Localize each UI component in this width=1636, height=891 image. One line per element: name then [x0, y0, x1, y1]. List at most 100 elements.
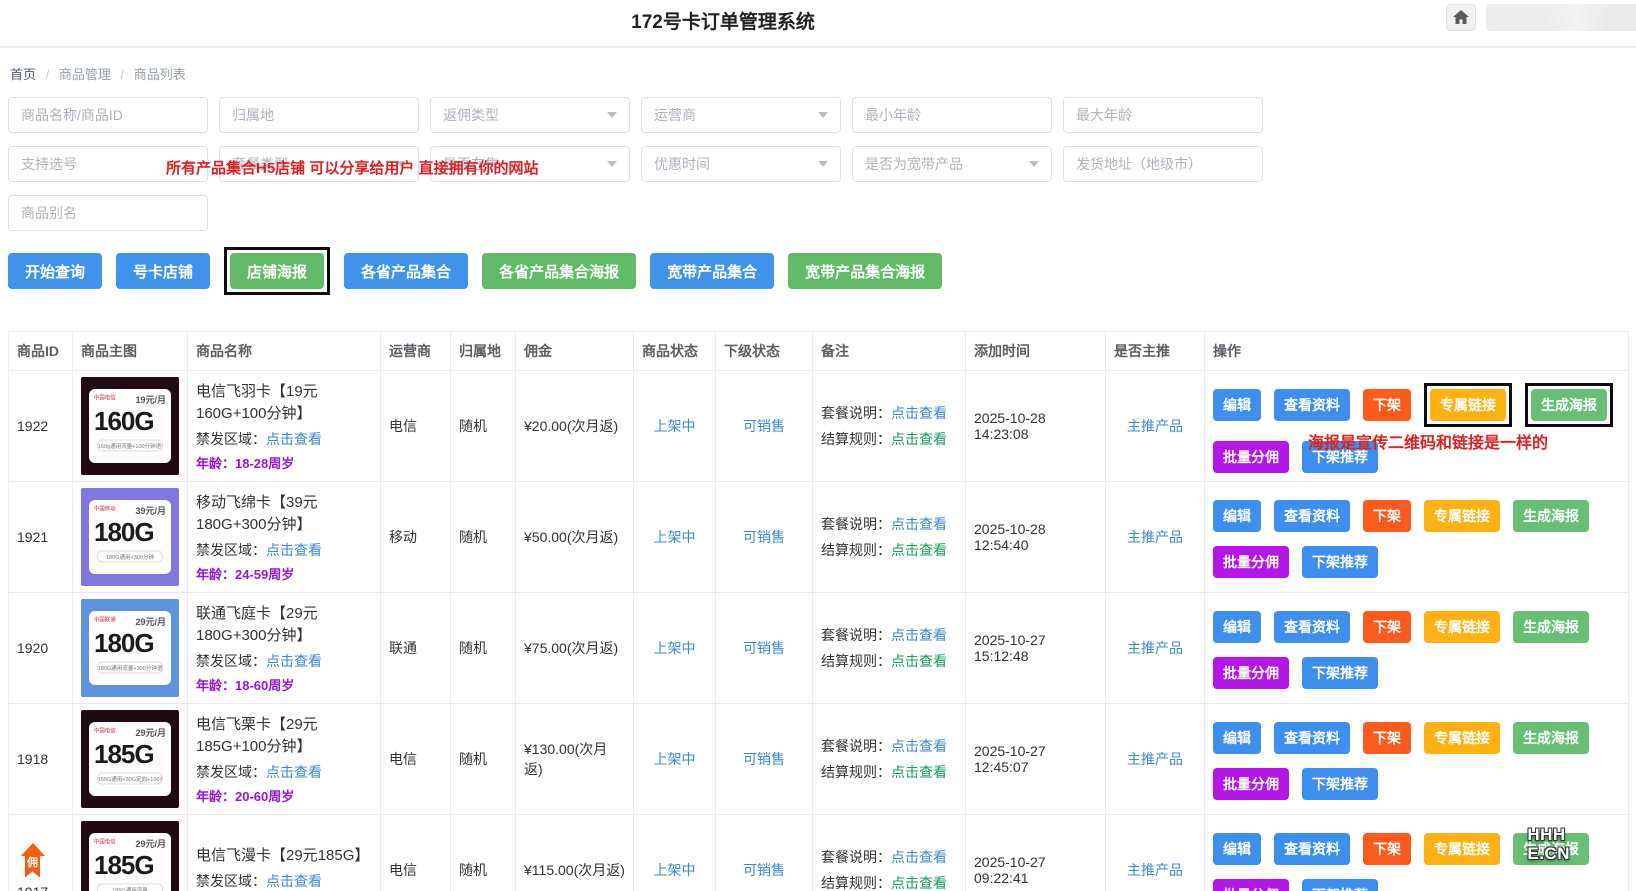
product-image-cell: 中国电信 29元/月 185G 155G通用+30G定向+100分钟	[72, 703, 188, 815]
batch-commission-button[interactable]: 批量分佣	[1213, 546, 1289, 578]
exclusive-link-button[interactable]: 专属链接	[1424, 722, 1500, 754]
chevron-down-icon	[818, 161, 828, 167]
product-name-cell: 电信飞羽卡【19元160G+100分钟】 禁发区域：点击查看 年龄：18-28周…	[187, 370, 381, 482]
product-alias-input[interactable]	[8, 195, 208, 231]
package-desc-view-link[interactable]: 点击查看	[891, 849, 947, 865]
batch-commission-button[interactable]: 批量分佣	[1213, 879, 1289, 891]
generate-poster-highlight-box: 生成海报	[1513, 611, 1589, 643]
commission-cell: ¥75.00(次月返)	[515, 592, 634, 704]
is-broadband-select[interactable]: 是否为宽带产品	[852, 146, 1052, 182]
generate-poster-button[interactable]: 生成海报	[1531, 389, 1607, 421]
generate-poster-button[interactable]: 生成海报	[1513, 500, 1589, 532]
shop-poster-button[interactable]: 店铺海报	[230, 253, 325, 289]
breadcrumb-home[interactable]: 首页	[10, 67, 36, 82]
product-name-id-input[interactable]	[8, 97, 208, 133]
breadcrumb-product-manage[interactable]: 商品管理	[59, 67, 111, 82]
take-down-button[interactable]: 下架	[1363, 500, 1411, 532]
promote-cell: 主推产品	[1105, 592, 1205, 704]
product-id: 1918	[17, 751, 49, 767]
promote-link[interactable]: 主推产品	[1127, 418, 1183, 434]
product-thumb[interactable]: 中国联通 29元/月 180G 180G通用流量+300分钟语音	[81, 599, 179, 697]
forbidden-area-view-link[interactable]: 点击查看	[266, 873, 322, 889]
generate-poster-button[interactable]: 生成海报	[1513, 611, 1589, 643]
max-age-input[interactable]	[1063, 97, 1263, 133]
take-down-recommend-button[interactable]: 下架推荐	[1302, 546, 1378, 578]
col-status: 商品状态	[633, 331, 716, 371]
province-collection-button[interactable]: 各省产品集合	[344, 253, 469, 289]
package-desc-view-link[interactable]: 点击查看	[891, 405, 947, 421]
edit-button[interactable]: 编辑	[1213, 389, 1261, 421]
thumb-price: 29元/月	[135, 617, 166, 627]
user-account-area[interactable]	[1486, 4, 1636, 31]
view-info-button[interactable]: 查看资料	[1274, 833, 1350, 865]
batch-commission-button[interactable]: 批量分佣	[1213, 768, 1289, 800]
batch-commission-button[interactable]: 批量分佣	[1213, 657, 1289, 689]
exclusive-link-button[interactable]: 专属链接	[1424, 833, 1500, 865]
forbidden-area-view-link[interactable]: 点击查看	[266, 542, 322, 558]
thumb-brand: 中国电信	[94, 728, 116, 735]
product-thumb[interactable]: 中国电信 29元/月 185G 185G通用流量	[81, 821, 179, 891]
take-down-button[interactable]: 下架	[1363, 611, 1411, 643]
product-name-cell: 联通飞庭卡【29元180G+300分钟】 禁发区域：点击查看 年龄：18-60周…	[187, 592, 381, 704]
promote-link[interactable]: 主推产品	[1127, 751, 1183, 767]
view-info-button[interactable]: 查看资料	[1274, 389, 1350, 421]
card-shop-button[interactable]: 号卡店铺	[116, 253, 211, 289]
promote-link[interactable]: 主推产品	[1127, 862, 1183, 878]
package-desc-view-link[interactable]: 点击查看	[891, 516, 947, 532]
take-down-recommend-button[interactable]: 下架推荐	[1302, 879, 1378, 891]
thumb-sub-label: 160g通用流量+100分钟语音	[96, 439, 164, 452]
take-down-button[interactable]: 下架	[1363, 833, 1411, 865]
edit-button[interactable]: 编辑	[1213, 722, 1261, 754]
product-thumb[interactable]: 中国电信 29元/月 185G 155G通用+30G定向+100分钟	[81, 710, 179, 808]
promote-cell: 主推产品	[1105, 703, 1205, 815]
attribution-input[interactable]	[219, 97, 419, 133]
province-collection-poster-button[interactable]: 各省产品集合海报	[482, 253, 637, 289]
view-info-button[interactable]: 查看资料	[1274, 500, 1350, 532]
edit-button[interactable]: 编辑	[1213, 611, 1261, 643]
take-down-recommend-button[interactable]: 下架推荐	[1302, 768, 1378, 800]
settlement-rule-view-link[interactable]: 点击查看	[891, 431, 947, 447]
discount-time-select[interactable]: 优惠时间	[641, 146, 841, 182]
package-desc-view-link[interactable]: 点击查看	[891, 738, 947, 754]
product-thumb[interactable]: 中国电信 19元/月 160G 160g通用流量+100分钟语音	[81, 377, 179, 475]
edit-button[interactable]: 编辑	[1213, 833, 1261, 865]
settlement-rule-view-link[interactable]: 点击查看	[891, 653, 947, 669]
operator-select[interactable]: 运营商	[641, 97, 841, 133]
exclusive-link-button[interactable]: 专属链接	[1424, 500, 1500, 532]
forbidden-area-view-link[interactable]: 点击查看	[266, 431, 322, 447]
attribution-cell: 随机	[450, 481, 516, 593]
package-desc-view-link[interactable]: 点击查看	[891, 627, 947, 643]
product-table-body: 1922 中国电信 19元/月 160G 160g通用流量+100分钟语音 电信…	[8, 370, 1629, 891]
start-query-button[interactable]: 开始查询	[8, 253, 103, 289]
exclusive-link-button[interactable]: 专属链接	[1424, 611, 1500, 643]
settlement-rule-view-link[interactable]: 点击查看	[891, 875, 947, 891]
product-name: 电信飞漫卡【29元185G】	[196, 847, 370, 864]
home-button[interactable]	[1446, 4, 1476, 31]
breadcrumb-separator: /	[120, 67, 125, 82]
shipping-address-input[interactable]	[1063, 146, 1263, 182]
take-down-button[interactable]: 下架	[1363, 389, 1411, 421]
age-line: 年龄：18-28周岁	[196, 455, 295, 471]
batch-commission-button[interactable]: 批量分佣	[1213, 441, 1289, 473]
take-down-recommend-button[interactable]: 下架推荐	[1302, 657, 1378, 689]
settlement-rule-view-link[interactable]: 点击查看	[891, 764, 947, 780]
forbidden-area-view-link[interactable]: 点击查看	[266, 764, 322, 780]
broadband-collection-poster-button[interactable]: 宽带产品集合海报	[788, 253, 943, 289]
view-info-button[interactable]: 查看资料	[1274, 722, 1350, 754]
broadband-collection-button[interactable]: 宽带产品集合	[650, 253, 775, 289]
exclusive-link-button[interactable]: 专属链接	[1430, 389, 1506, 421]
product-name-cell: 电信飞栗卡【29元185G+100分钟】 禁发区域：点击查看 年龄：20-60周…	[187, 703, 381, 815]
take-down-button[interactable]: 下架	[1363, 722, 1411, 754]
view-info-button[interactable]: 查看资料	[1274, 611, 1350, 643]
generate-poster-button[interactable]: 生成海报	[1513, 722, 1589, 754]
remark-cell: 套餐说明：点击查看 结算规则：点击查看	[812, 814, 966, 891]
edit-button[interactable]: 编辑	[1213, 500, 1261, 532]
settlement-rule-view-link[interactable]: 点击查看	[891, 542, 947, 558]
product-thumb[interactable]: 中国移动 39元/月 180G 180G通用+300分钟	[81, 488, 179, 586]
min-age-input[interactable]	[852, 97, 1052, 133]
forbidden-area-view-link[interactable]: 点击查看	[266, 653, 322, 669]
promote-link[interactable]: 主推产品	[1127, 529, 1183, 545]
promote-link[interactable]: 主推产品	[1127, 640, 1183, 656]
attribution-cell: 随机	[450, 592, 516, 704]
rebate-type-select[interactable]: 返佣类型	[430, 97, 630, 133]
